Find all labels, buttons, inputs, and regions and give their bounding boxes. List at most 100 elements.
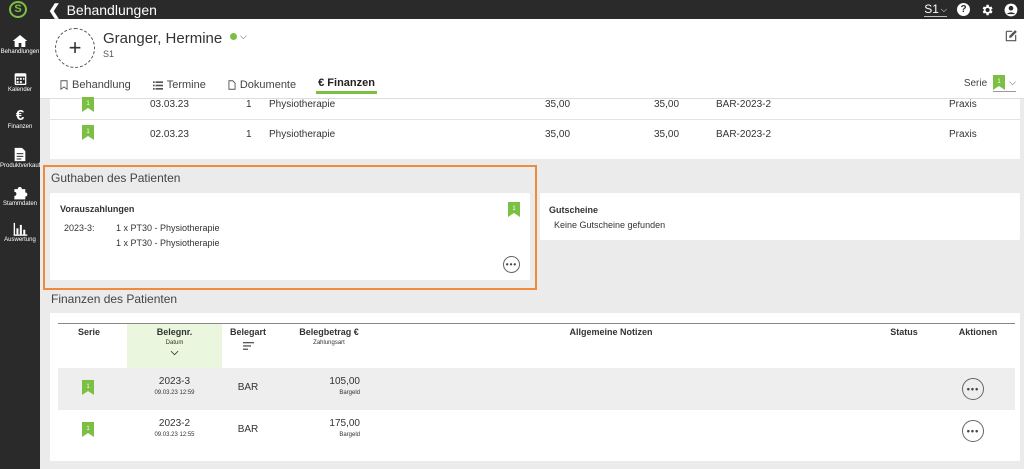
table-row[interactable]: 1 2023-2 09.03.23 12:55 BAR 175,00 Barge… [58, 410, 1015, 452]
patient-name: Granger, Hermine [103, 30, 223, 47]
vorauszahlung-label: 2023-3: [64, 223, 95, 233]
tab-label: Dokumente [239, 79, 297, 91]
row-actions-button[interactable]: ••• [962, 378, 984, 400]
sidebar-item-label: Stammdaten [2, 201, 38, 207]
table-header: Serie Belegnr. Datum ⌵ Belegart Belegbet… [58, 323, 1015, 369]
app-logo: S [9, 1, 27, 18]
more-dots-icon: ••• [505, 260, 518, 269]
vorauszahlungen-title: Vorauszahlungen [60, 204, 135, 214]
serie-select[interactable]: 1 ⌵ [993, 75, 1016, 92]
bookmark-outline-icon [60, 80, 68, 90]
sidebar-item-produktverkauf[interactable]: Produktverkauf [0, 147, 40, 169]
row-location: Praxis [949, 129, 977, 140]
table-row[interactable]: 1 02.03.23 1 Physiotherapie 35,00 35,00 … [50, 119, 1020, 145]
guthaben-title: Guthaben des Patienten [51, 171, 181, 185]
row-belegart: BAR [237, 424, 259, 435]
vorauszahlung-item: 1 x PT30 - Physiotherapie [116, 223, 220, 233]
back-chevron-icon: ❮ [48, 1, 61, 19]
bar-chart-icon [13, 222, 27, 236]
row-zahlungsart: Bargeld [339, 390, 360, 396]
row-actions-button[interactable]: ••• [962, 420, 984, 442]
serie-filter: Serie 1 ⌵ [964, 75, 1016, 92]
header-belegnr-label: Belegnr. [156, 327, 193, 337]
sidebar-item-label: Kalender [7, 87, 33, 93]
sidebar-item-stammdaten[interactable]: Stammdaten [0, 185, 40, 207]
user-icon[interactable] [1004, 3, 1018, 17]
row-betrag: 105,00 [329, 376, 360, 387]
row-belegnr: 2023-3 [158, 376, 191, 387]
add-photo-button[interactable]: + [55, 28, 95, 68]
sidebar-item-label: Produktverkauf [0, 163, 41, 169]
green-bookmark-icon: 1 [82, 380, 94, 398]
more-dots-icon: ••• [966, 426, 980, 436]
header-belegbetrag[interactable]: Belegbetrag € Zahlungsart [289, 327, 369, 346]
row-total: 35,00 [654, 129, 680, 140]
row-datum: 09.03.23 12:55 [154, 432, 195, 438]
sidebar-item-label: Finanzen [7, 124, 33, 130]
green-bookmark-icon: 1 [82, 422, 94, 440]
green-bookmark-icon: 1 [508, 202, 520, 222]
row-ref: BAR-2023-2 [716, 99, 772, 110]
sidebar-item-behandlungen[interactable]: Behandlungen [0, 34, 40, 55]
header-belegart-label: Belegart [229, 327, 266, 337]
serie-label: Serie [963, 78, 988, 89]
green-bookmark-icon: 1 [993, 75, 1006, 90]
tab-label: Termine [166, 79, 206, 91]
user-selector-value: S1 [924, 1, 939, 16]
back-label: Behandlungen [66, 1, 157, 18]
sidebar-item-label: Auswertung [4, 237, 36, 243]
gutscheine-empty-text: Keine Gutscheine gefunden [554, 220, 666, 230]
sidebar-item-label: Behandlungen [0, 49, 40, 55]
table-row[interactable]: 1 2023-3 09.03.23 12:59 BAR 105,00 Barge… [58, 368, 1015, 410]
gutscheine-card: Gutscheine Keine Gutscheine gefunden [540, 193, 1020, 240]
back-button[interactable]: ❮ Behandlungen [48, 0, 157, 19]
row-date: 03.03.23 [150, 99, 189, 110]
header-belegnr[interactable]: Belegnr. Datum ⌵ [127, 327, 222, 358]
green-bookmark-icon: 1 [82, 125, 94, 143]
row-qty: 1 [246, 99, 252, 110]
patient-header: + Granger, Hermine ⌵ S1 Behandlung Termi… [40, 19, 1024, 99]
edit-icon[interactable] [1004, 29, 1018, 48]
row-belegart: BAR [237, 382, 259, 393]
row-qty: 1 [246, 129, 252, 140]
row-desc: Physiotherapie [269, 99, 336, 110]
gear-icon[interactable] [980, 3, 994, 17]
tab-label: Behandlung [72, 79, 131, 91]
gutscheine-title: Gutscheine [549, 205, 599, 215]
help-icon[interactable]: ? [957, 3, 970, 16]
more-options-button[interactable]: ••• [503, 256, 520, 273]
header-aktionen: Aktionen [958, 327, 998, 337]
chevron-down-icon: ⌵ [240, 31, 247, 41]
user-selector[interactable]: S1 ⌵ [924, 1, 947, 17]
row-zahlungsart: Bargeld [339, 432, 360, 438]
header-serie: Serie [77, 327, 101, 337]
header-belegbetrag-label: Belegbetrag € [299, 327, 359, 337]
chevron-down-icon: ⌵ [170, 347, 179, 358]
invoice-positions-card: 1 03.03.23 1 Physiotherapie 35,00 35,00 … [50, 97, 1020, 159]
row-location: Praxis [949, 99, 977, 110]
plus-icon: + [68, 35, 82, 60]
header-belegart[interactable]: Belegart [224, 327, 272, 350]
finanzen-table-card: Serie Belegnr. Datum ⌵ Belegart Belegbet… [50, 313, 1020, 461]
document-icon [14, 147, 26, 162]
home-icon [12, 35, 28, 47]
row-desc: Physiotherapie [269, 129, 336, 140]
chevron-down-icon: ⌵ [1009, 77, 1016, 87]
vorauszahlung-item: 1 x PT30 - Physiotherapie [116, 238, 220, 248]
sidebar-item-finanzen[interactable]: € Finanzen [0, 108, 40, 130]
sidebar-item-auswertung[interactable]: Auswertung [0, 222, 40, 243]
status-dot-icon [230, 33, 237, 40]
row-price: 35,00 [545, 99, 571, 110]
row-price: 35,00 [545, 129, 571, 140]
calendar-icon [14, 73, 26, 85]
green-bookmark-icon: 1 [82, 97, 94, 115]
header-notizen: Allgemeine Notizen [569, 327, 653, 337]
table-row[interactable]: 1 03.03.23 1 Physiotherapie 35,00 35,00 … [50, 92, 1020, 118]
header-zahlungsart-label: Zahlungsart [313, 340, 345, 346]
puzzle-icon [13, 187, 27, 200]
list-icon [152, 80, 163, 90]
sidebar-item-kalender[interactable]: Kalender [0, 71, 40, 93]
sidebar: Behandlungen Kalender € Finanzen Produkt… [0, 19, 40, 469]
row-datum: 09.03.23 12:59 [154, 390, 195, 396]
status-dropdown[interactable]: ⌵ [230, 31, 247, 42]
